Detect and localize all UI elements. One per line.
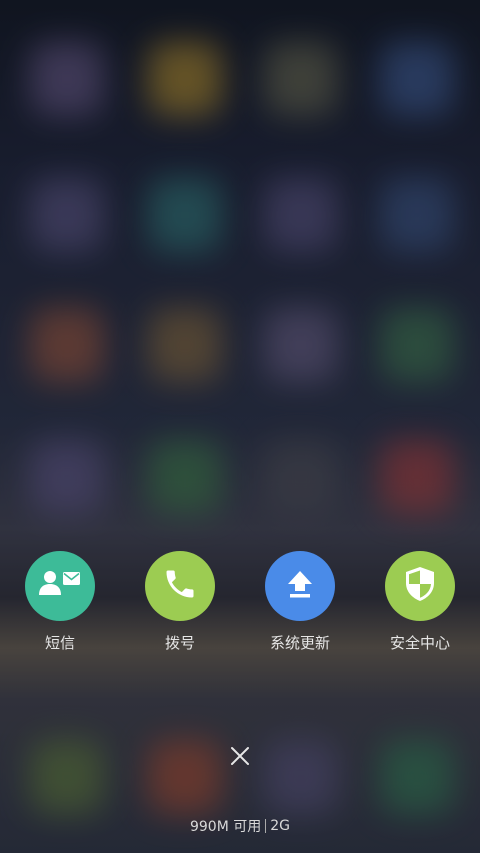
phone-icon — [162, 566, 198, 606]
shortcut-system-update[interactable]: 系统更新 — [250, 551, 350, 653]
shield-icon — [402, 565, 438, 607]
dial-circle — [145, 551, 215, 621]
close-button[interactable] — [220, 738, 260, 778]
shortcut-dial[interactable]: 拨号 — [130, 551, 230, 653]
security-circle — [385, 551, 455, 621]
status-divider — [265, 819, 267, 833]
shortcut-sms[interactable]: 短信 — [10, 551, 110, 653]
sms-circle — [25, 551, 95, 621]
upload-icon — [284, 568, 316, 604]
close-icon — [230, 746, 250, 770]
shortcut-system-update-label: 系统更新 — [269, 634, 330, 652]
shortcut-security-center[interactable]: 安全中心 — [370, 551, 470, 653]
blurred-home-background — [0, 0, 480, 853]
contact-message-icon — [37, 569, 83, 603]
shortcut-security-center-label: 安全中心 — [389, 634, 450, 652]
memory-total: 2G — [270, 818, 291, 834]
memory-status: 990M 可用 2G — [0, 816, 480, 836]
update-circle — [265, 551, 335, 621]
shortcut-sms-label: 短信 — [44, 634, 75, 652]
shortcut-dial-label: 拨号 — [164, 634, 195, 652]
memory-available: 990M 可用 — [189, 819, 262, 835]
